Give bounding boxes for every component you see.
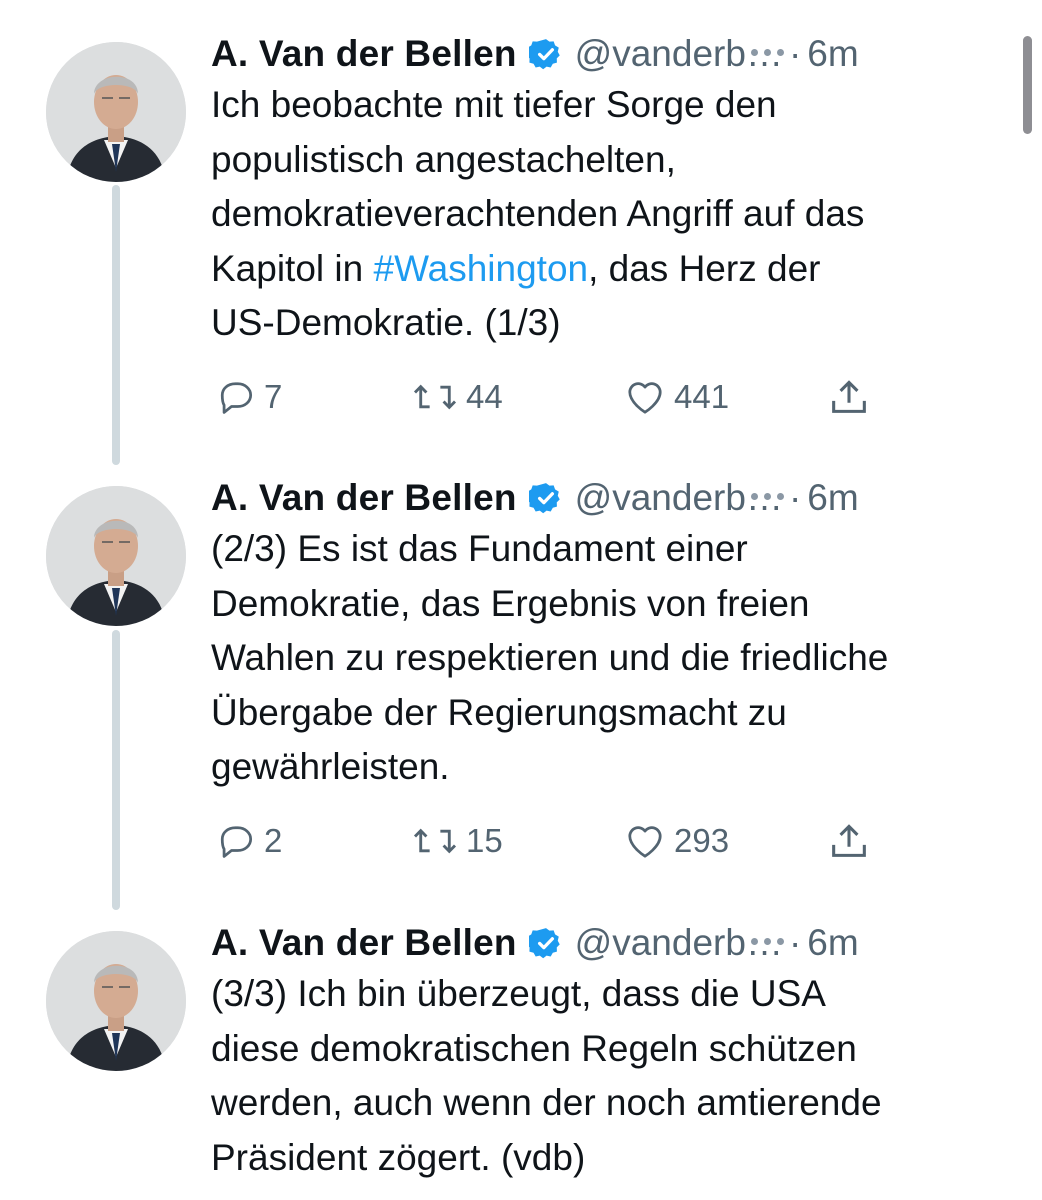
like-count: 293 <box>674 822 730 859</box>
author-name[interactable]: A. Van der Bellen <box>211 477 517 519</box>
tweet-text-line: gewährleisten. <box>211 746 450 787</box>
scrollbar[interactable] <box>1023 36 1032 134</box>
avatar-portrait <box>46 486 186 626</box>
verified-badge-icon <box>528 928 560 959</box>
heart-icon <box>628 826 662 858</box>
avatar-portrait <box>46 931 186 1071</box>
avatar[interactable] <box>46 931 186 1071</box>
tweet-text-line: Übergabe der Regierungsmacht zu <box>211 691 787 733</box>
tweet-text: (3/3) Ich bin überzeugt, dass die USA di… <box>211 967 1011 1185</box>
retweet-icon <box>413 828 457 854</box>
reply-button[interactable]: 7 <box>214 372 282 422</box>
reply-count: 2 <box>264 822 283 859</box>
tweet-thread: A. Van der Bellen @vanderb… · 6m Ich beo… <box>0 0 1042 1200</box>
retweet-count: 15 <box>466 822 503 859</box>
tweet-text: (2/3) Es ist das Fundament einer Demokra… <box>211 522 1011 795</box>
heart-icon <box>628 382 662 414</box>
thread-connector-line <box>112 630 120 910</box>
tweet-actions: 7 44 441 <box>214 372 894 422</box>
avatar[interactable] <box>46 42 186 182</box>
like-count: 441 <box>674 378 730 415</box>
more-horizontal-icon[interactable] <box>742 476 792 516</box>
timestamp[interactable]: 6m <box>807 33 858 75</box>
tweet-text-line: US-Demokratie. (1/3) <box>211 302 561 343</box>
like-button[interactable]: 441 <box>622 372 729 422</box>
tweet-text-line: werden, auch wenn der noch amtierende <box>211 1082 882 1123</box>
reply-count: 7 <box>264 378 283 415</box>
tweet-header: A. Van der Bellen @vanderb… · 6m <box>211 472 1002 524</box>
retweet-button[interactable]: 15 <box>410 816 503 866</box>
tweet-text: Ich beobachte mit tiefer Sorge den popul… <box>211 78 1011 351</box>
tweet-text-segment: Kapitol in <box>211 247 374 289</box>
avatar-portrait <box>46 42 186 182</box>
tweet-text-line: (3/3) Ich bin überzeugt, dass die USA <box>211 973 826 1014</box>
share-button[interactable] <box>826 816 872 866</box>
share-upload-icon <box>832 380 866 413</box>
tweet-text-line: Wahlen zu respektieren und die friedlich… <box>211 637 889 678</box>
thread-connector-line <box>112 185 120 465</box>
tweet-text-line: diese demokratischen Regeln schützen <box>211 1027 857 1069</box>
tweet-text-line: Kapitol in #Washington, das Herz der <box>211 242 1011 297</box>
share-upload-icon <box>832 824 866 857</box>
tweet-header: A. Van der Bellen @vanderb… · 6m <box>211 28 1002 80</box>
tweet-text-line: Demokratie, das Ergebnis von freien <box>211 582 810 624</box>
tweet-text-line: demokratieverachtenden Angriff auf das <box>211 193 865 234</box>
retweet-icon <box>413 384 457 410</box>
tweet-text-segment: , das Herz der <box>588 247 821 289</box>
tweet-text-line: (2/3) Es ist das Fundament einer <box>211 528 748 569</box>
reply-bubble-icon <box>220 826 253 858</box>
verified-badge-icon <box>528 39 560 70</box>
tweet-text-line: Präsident zögert. (vdb) <box>211 1136 586 1178</box>
timestamp[interactable]: 6m <box>807 477 858 519</box>
share-button[interactable] <box>826 372 872 422</box>
timestamp[interactable]: 6m <box>807 922 858 964</box>
tweet-header: A. Van der Bellen @vanderb… · 6m <box>211 917 1002 969</box>
author-name[interactable]: A. Van der Bellen <box>211 922 517 964</box>
reply-bubble-icon <box>220 382 253 414</box>
more-horizontal-icon[interactable] <box>742 921 792 961</box>
hashtag-link[interactable]: #Washington <box>374 248 589 289</box>
tweet-text-line: populistisch angestachelten, <box>211 138 676 180</box>
avatar[interactable] <box>46 486 186 626</box>
author-name[interactable]: A. Van der Bellen <box>211 33 517 75</box>
tweet-text-line: Ich beobachte mit tiefer Sorge den <box>211 84 777 125</box>
reply-button[interactable]: 2 <box>214 816 282 866</box>
like-button[interactable]: 293 <box>622 816 729 866</box>
more-horizontal-icon[interactable] <box>742 32 792 72</box>
tweet-actions: 2 15 293 <box>214 816 894 866</box>
retweet-count: 44 <box>466 378 503 415</box>
retweet-button[interactable]: 44 <box>410 372 503 422</box>
verified-badge-icon <box>528 483 560 514</box>
